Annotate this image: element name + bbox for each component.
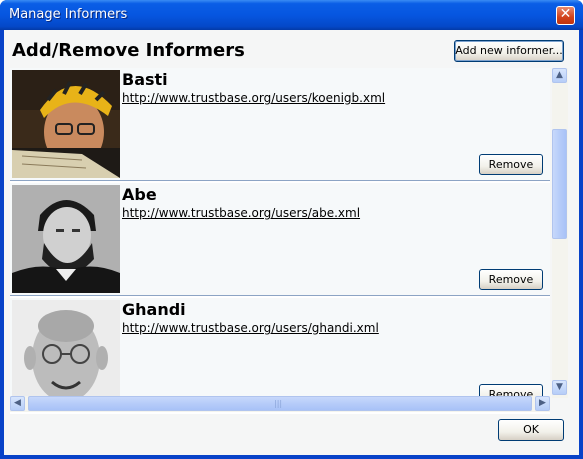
title-bar[interactable]: Manage Informers ✕ xyxy=(0,0,583,30)
avatar-ghandi xyxy=(12,300,120,408)
scroll-down-button[interactable]: ▼ xyxy=(552,380,567,395)
remove-button[interactable]: Remove xyxy=(479,269,543,290)
horizontal-scroll-thumb[interactable]: ||| xyxy=(28,396,532,411)
informer-name: Abe xyxy=(122,185,157,204)
informer-url-link[interactable]: http://www.trustbase.org/users/ghandi.xm… xyxy=(122,321,379,335)
close-button[interactable]: ✕ xyxy=(556,6,575,25)
informer-url-link[interactable]: http://www.trustbase.org/users/koenigb.x… xyxy=(122,91,385,105)
dialog-client-area: Add/Remove Informers Add new informer... xyxy=(4,30,579,455)
horizontal-scrollbar[interactable]: ◀ ||| ▶ xyxy=(10,396,550,412)
add-new-informer-button[interactable]: Add new informer... xyxy=(454,40,564,62)
vertical-scroll-thumb[interactable] xyxy=(552,129,567,239)
arrow-down-icon: ▼ xyxy=(556,382,563,392)
remove-button[interactable]: Remove xyxy=(479,154,543,175)
informer-name: Basti xyxy=(122,70,168,89)
dialog-heading: Add/Remove Informers xyxy=(12,40,245,61)
informer-url-link[interactable]: http://www.trustbase.org/users/abe.xml xyxy=(122,206,360,220)
arrow-up-icon: ▲ xyxy=(556,70,563,80)
avatar-abe xyxy=(12,185,120,293)
scroll-up-button[interactable]: ▲ xyxy=(552,68,567,83)
list-item: Ghandi http://www.trustbase.org/users/gh… xyxy=(10,298,550,411)
vertical-scrollbar[interactable]: ▲ ▼ xyxy=(552,68,568,398)
informer-name: Ghandi xyxy=(122,300,186,319)
scroll-right-button[interactable]: ▶ xyxy=(535,396,550,411)
list-item: Basti http://www.trustbase.org/users/koe… xyxy=(10,68,550,181)
ok-button[interactable]: OK xyxy=(498,419,564,441)
scroll-left-button[interactable]: ◀ xyxy=(10,396,25,411)
window-title: Manage Informers xyxy=(9,7,128,22)
close-icon: ✕ xyxy=(559,6,572,22)
arrow-right-icon: ▶ xyxy=(539,398,546,408)
avatar-basti xyxy=(12,70,120,178)
list-item: Abe http://www.trustbase.org/users/abe.x… xyxy=(10,183,550,296)
grip-icon: ||| xyxy=(274,399,283,408)
dialog-body: Add/Remove Informers Add new informer... xyxy=(4,30,579,455)
arrow-left-icon: ◀ xyxy=(14,398,21,408)
manage-informers-window: Manage Informers ✕ Add/Remove Informers … xyxy=(0,0,583,459)
informer-list[interactable]: Basti http://www.trustbase.org/users/koe… xyxy=(10,68,550,414)
